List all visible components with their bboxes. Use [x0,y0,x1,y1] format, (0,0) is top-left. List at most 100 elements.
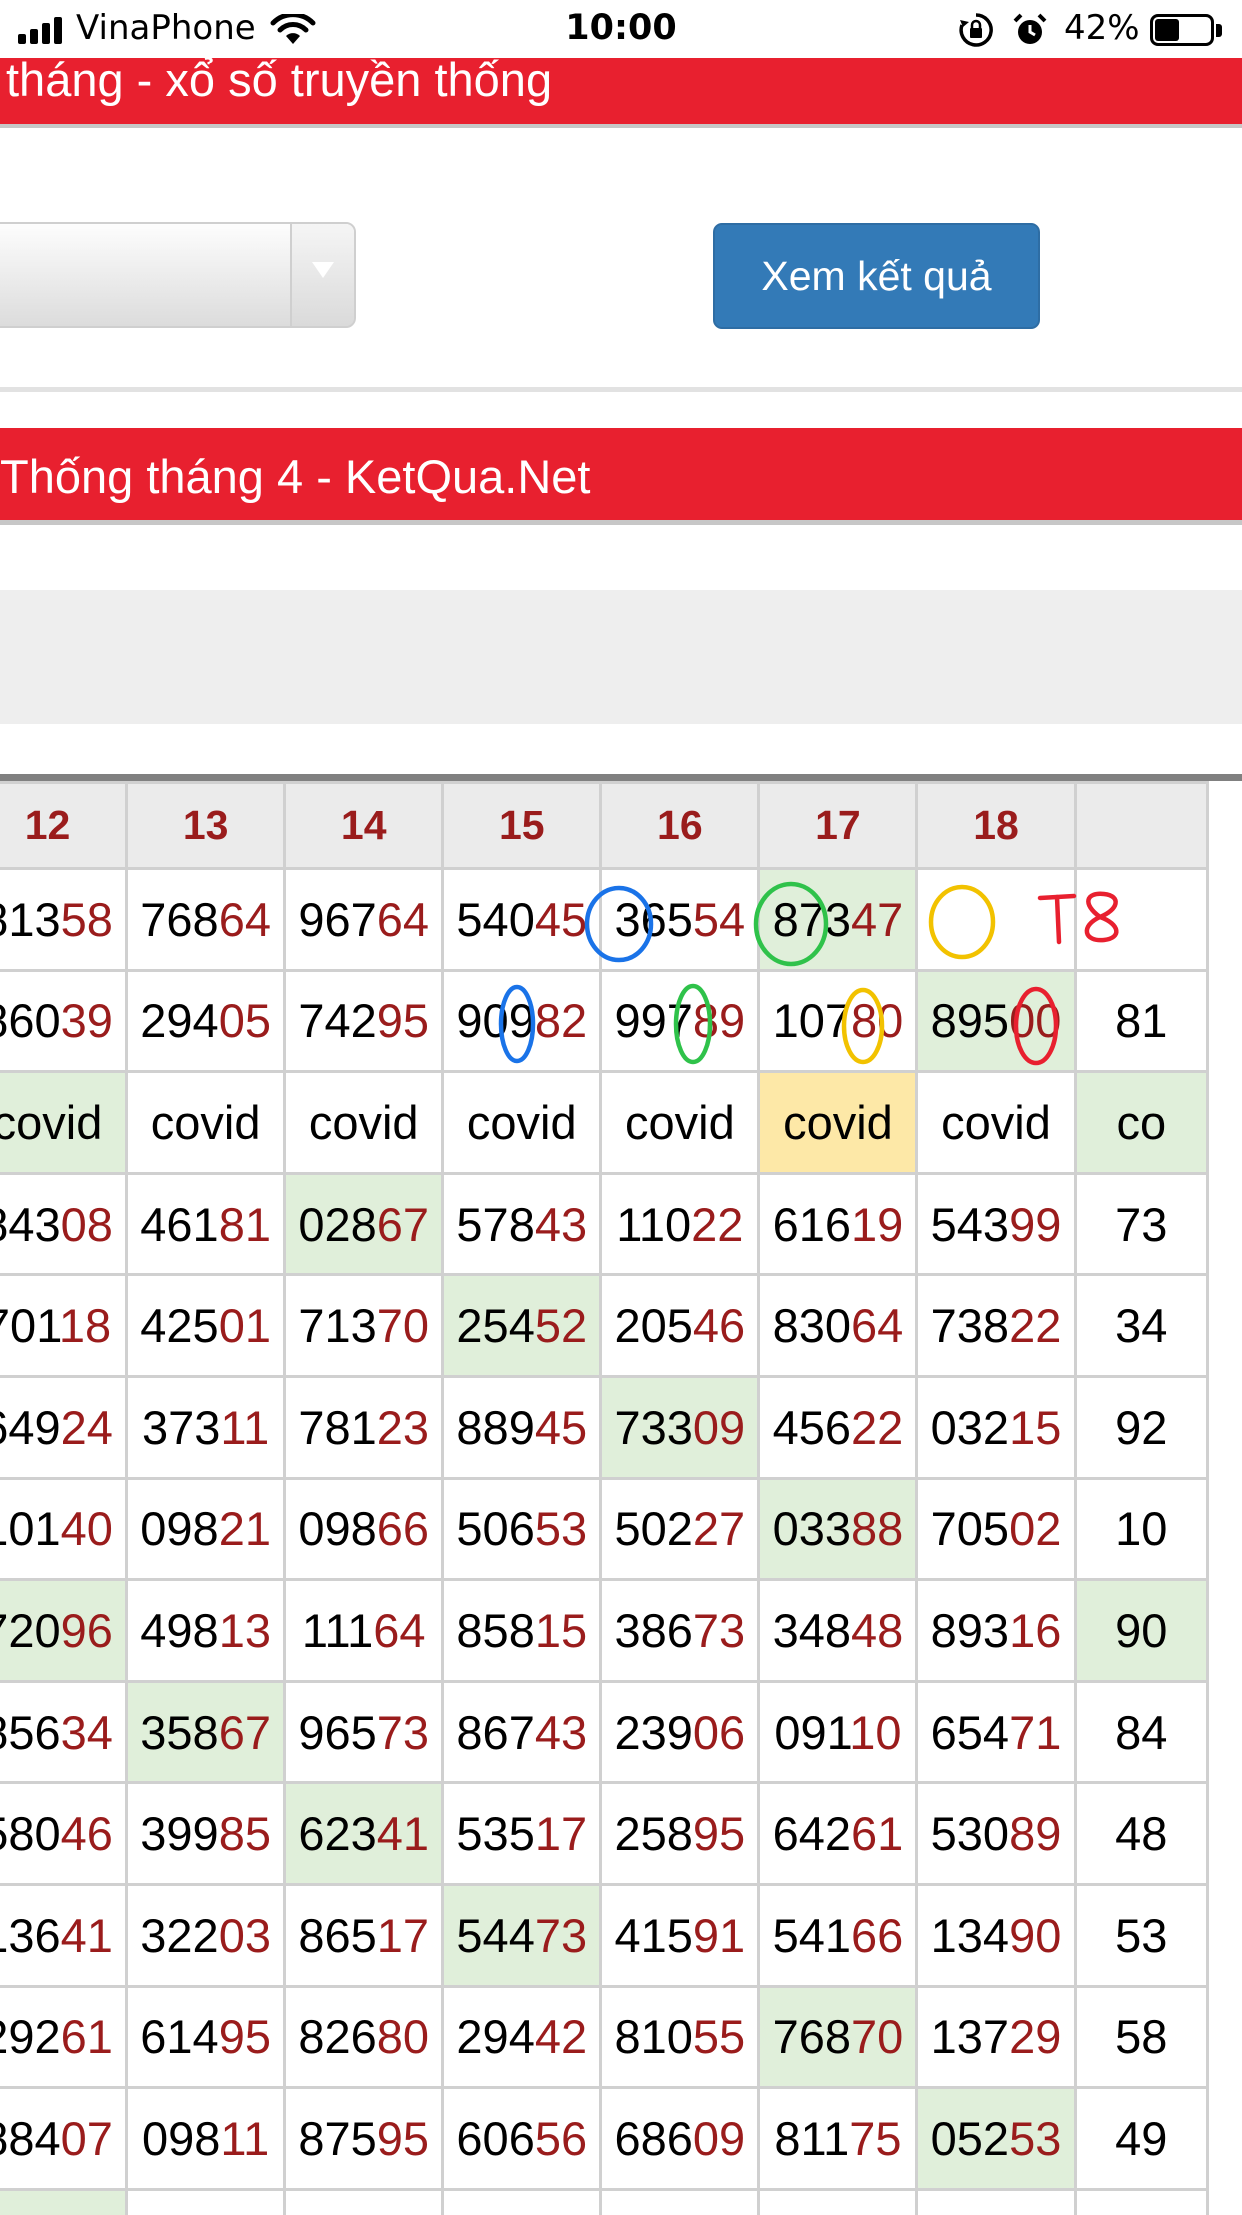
result-last-two-digits: 73 [534,1908,588,1962]
result-cell: 85815 [441,1578,603,1683]
result-prefix: 810 [614,2010,693,2064]
result-last-two-digits: 21 [218,1502,271,1556]
chevron-down-icon [312,262,334,278]
result-last-two-digits: 99 [1009,1197,1062,1251]
result-cell: 09110 [757,1679,919,1785]
section-header-banner: tháng - xổ số truyền thống [0,56,1242,128]
result-prefix: 033 [772,1502,851,1556]
result-prefix: 294 [456,2010,535,2064]
result-cell: 89500 [915,968,1077,1074]
province-select[interactable] [0,222,356,328]
result-cell: 96764 [283,867,445,972]
result-cell: 49 [1073,2086,1210,2191]
result-prefix: 032 [930,1400,1010,1454]
result-last-two-digits: 64 [376,892,430,946]
result-cell: 87595 [283,2086,445,2191]
result-last-two-digits: 07 [60,2111,113,2165]
result-cell [1073,2187,1210,2215]
results-table-container[interactable]: 12131415161718 8135876864967645404536554… [0,774,1242,2215]
result-last-two-digits: 41 [60,1908,113,1962]
result-last-two-digits: 95 [376,2111,430,2165]
result-prefix: 713 [298,1299,377,1353]
result-cell: 54473 [441,1882,603,1988]
result-cell: 88945 [441,1374,603,1480]
result-cell: 09821 [125,1476,287,1582]
table-row: 8430846181028675784311022616195439973 [0,1171,1210,1277]
result-prefix: covid [466,1095,577,1149]
result-prefix: 34 [1115,1299,1168,1353]
result-last-two-digits: 88 [851,1502,904,1556]
column-header-day: 13 [125,781,287,870]
result-cell: 81358 [0,867,129,972]
result-cell: 85634 [0,1679,129,1785]
result-cell: 86743 [441,1679,603,1785]
result-cell: 32203 [125,1882,287,1988]
result-prefix: 091 [774,1705,850,1759]
result-cell: 70502 [915,1476,1077,1582]
result-last-two-digits: 16 [1009,1603,1062,1657]
result-last-two-digits: 08 [60,1197,113,1251]
view-results-button[interactable]: Xem kết quả [713,223,1040,329]
battery-icon [1150,14,1224,48]
result-prefix: 028 [298,1197,377,1251]
result-cell: 13490 [915,1882,1077,1988]
result-prefix: 544 [456,1908,535,1962]
result-last-two-digits: 70 [376,1299,430,1353]
table-row: 8563435867965738674323906091106547184 [0,1679,1210,1785]
result-cell: 65471 [915,1679,1077,1785]
result-last-two-digits: 75 [849,2111,902,2165]
result-cell: 50227 [599,1476,761,1582]
result-prefix: 92 [1115,1400,1168,1454]
result-prefix: 865 [298,1908,377,1962]
result-last-two-digits: 61 [60,2010,113,2064]
result-prefix: 48 [1115,1807,1168,1861]
result-last-two-digits: 85 [218,1807,271,1861]
result-cell: 73822 [915,1273,1077,1378]
result-prefix: covid [0,1095,103,1149]
result-last-two-digits: 80 [851,994,904,1048]
table-row: covid covid covid covid covid covid covid co [0,1070,1210,1175]
table-row: 6492437311781238894573309456220321592 [0,1374,1210,1480]
result-prefix: 136 [0,1908,61,1962]
result-last-two-digits: 15 [1009,1400,1062,1454]
result-prefix: covid [624,1095,735,1149]
result-last-two-digits: 03 [218,1908,271,1962]
result-last-two-digits: 13 [218,1603,271,1657]
result-last-two-digits: 71 [1009,1705,1062,1759]
result-last-two-digits: 22 [1009,1299,1062,1353]
result-last-two-digits: 09 [692,2111,746,2165]
result-prefix: 73 [1115,1197,1168,1251]
result-cell [1073,867,1210,972]
result-prefix: 358 [140,1705,219,1759]
result-last-two-digits: 01 [218,1299,271,1353]
result-cell: 89316 [915,1578,1077,1683]
result-cell: 45622 [757,1374,919,1480]
results-table: 12131415161718 8135876864967645404536554… [0,781,1210,2215]
result-cell: 71370 [283,1273,445,1378]
column-header-day: 15 [441,781,603,870]
result-cell: 05253 [915,2086,1077,2191]
result-prefix: covid [308,1095,419,1149]
result-last-two-digits: 46 [692,1299,746,1353]
result-last-two-digits: 17 [376,1908,430,1962]
result-prefix: 813 [0,892,61,946]
result-last-two-digits: 89 [1009,1807,1062,1861]
result-cell: 96573 [283,1679,445,1785]
result-prefix: 506 [456,1502,535,1556]
result-cell: 09811 [125,2086,287,2191]
result-cell: 41591 [599,1882,761,1988]
result-prefix: 893 [930,1603,1010,1657]
result-prefix: 867 [456,1705,535,1759]
result-cell: 34848 [757,1578,919,1683]
result-last-two-digits: 48 [851,1603,904,1657]
result-cell: co [1073,1070,1210,1175]
result-prefix: covid [783,1095,893,1149]
result-last-two-digits: 95 [692,1807,746,1861]
result-prefix: 90 [1115,1603,1168,1657]
result-prefix: 623 [298,1807,377,1861]
result-prefix: 875 [298,2111,377,2165]
result-prefix: 705 [930,1502,1010,1556]
result-cell: 53517 [441,1781,603,1886]
dropdown-toggle[interactable] [290,224,354,326]
result-last-two-digits: 90 [1009,1908,1062,1962]
